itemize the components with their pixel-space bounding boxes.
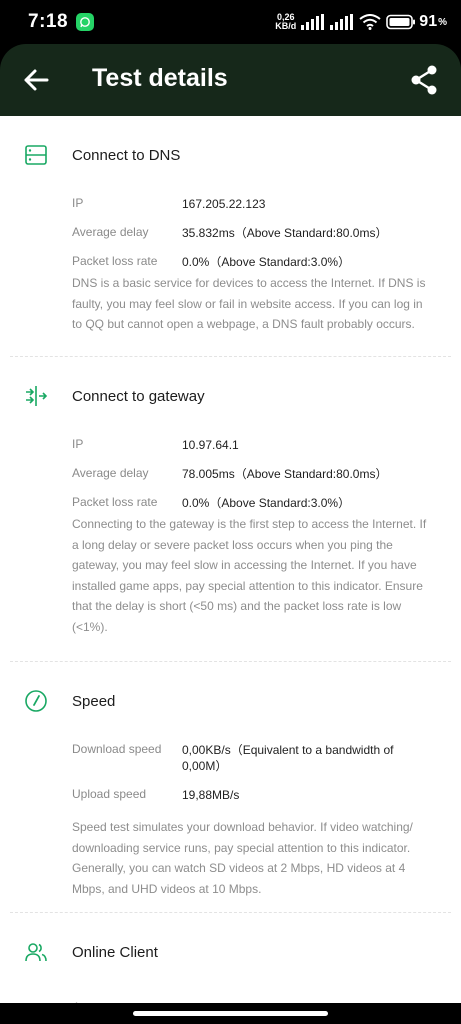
dns-ip-value: 167.205.22.123: [182, 197, 266, 211]
dns-title: Connect to DNS: [72, 147, 181, 164]
gateway-title: Connect to gateway: [72, 388, 205, 405]
dns-section: Connect to DNS IP 167.205.22.123 Average…: [0, 116, 461, 357]
speed-section-header: Speed: [10, 662, 451, 742]
server-icon: [25, 145, 47, 165]
dns-delay-value: 35.832ms（Above Standard:80.0ms）: [182, 226, 388, 240]
gateway-section-header: Connect to gateway: [10, 357, 451, 437]
home-indicator[interactable]: [133, 1011, 328, 1016]
users-icon: [25, 943, 47, 962]
page-title: Test details: [92, 64, 228, 92]
download-speed-value: 0,00KB/s（Equivalent to a bandwidth of 0,…: [182, 743, 394, 773]
gateway-arrows-icon: [26, 386, 48, 406]
dns-description: DNS is a basic service for devices to ac…: [72, 276, 426, 331]
online-client-section-header: Online Client: [10, 913, 451, 993]
status-bar: 7:18 0,26 KB/d 91 %: [0, 0, 461, 44]
upload-speed-row: Upload speed 19,88MB/s: [10, 787, 451, 816]
speed-title: Speed: [72, 693, 116, 710]
signal-icon: [301, 14, 325, 30]
gateway-ip-label: IP: [72, 437, 84, 451]
battery-percent-sign: %: [438, 16, 447, 28]
gateway-section: Connect to gateway IP 10.97.64.1 Average…: [0, 357, 461, 662]
speed-description: Speed test simulates your download behav…: [72, 820, 413, 896]
share-icon[interactable]: [409, 64, 439, 96]
app-bar: Test details: [0, 44, 461, 116]
online-client-title: Online Client: [72, 944, 158, 961]
back-arrow-icon[interactable]: [22, 66, 50, 94]
status-time: 7:18: [28, 11, 69, 32]
gateway-loss-value: 0.0%（Above Standard:3.0%）: [182, 496, 351, 510]
test-details-content: Connect to DNS IP 167.205.22.123 Average…: [0, 116, 461, 1024]
gateway-delay-value: 78.005ms（Above Standard:80.0ms）: [182, 467, 388, 481]
gateway-loss-label: Packet loss rate: [72, 495, 158, 509]
network-speed: 0,26 KB/d: [275, 13, 296, 31]
network-speed-unit: KB/d: [275, 21, 297, 31]
dns-loss-value: 0.0%（Above Standard:3.0%）: [182, 255, 351, 269]
dns-section-header: Connect to DNS: [10, 116, 451, 196]
gateway-delay-label: Average delay: [72, 466, 149, 480]
speed-section: Speed Download speed 0,00KB/s（Equivalent…: [0, 662, 461, 913]
navigation-bar: [0, 1003, 461, 1024]
dns-delay-label: Average delay: [72, 225, 149, 239]
download-speed-row: Download speed 0,00KB/s（Equivalent to a …: [10, 742, 451, 787]
whatsapp-icon: [76, 13, 95, 31]
dns-ip-label: IP: [72, 196, 84, 210]
signal-icon-2: [330, 14, 354, 30]
wifi-icon: [359, 14, 381, 30]
gateway-delay-row: Average delay 78.005ms（Above Standard:80…: [10, 466, 451, 495]
upload-speed-value: 19,88MB/s: [182, 788, 240, 802]
battery-icon: [386, 14, 416, 30]
upload-speed-label: Upload speed: [72, 787, 147, 801]
dns-delay-row: Average delay 35.832ms（Above Standard:80…: [10, 225, 451, 254]
download-speed-label: Download speed: [72, 742, 162, 756]
gateway-ip-row: IP 10.97.64.1: [10, 437, 451, 466]
gateway-ip-value: 10.97.64.1: [182, 438, 239, 452]
dns-ip-row: IP 167.205.22.123: [10, 196, 451, 225]
battery: 91 %: [386, 13, 447, 31]
battery-percent: 91: [419, 13, 438, 30]
gateway-description: Connecting to the gateway is the first s…: [72, 517, 427, 634]
speedometer-icon: [25, 690, 47, 712]
dns-loss-label: Packet loss rate: [72, 254, 158, 268]
